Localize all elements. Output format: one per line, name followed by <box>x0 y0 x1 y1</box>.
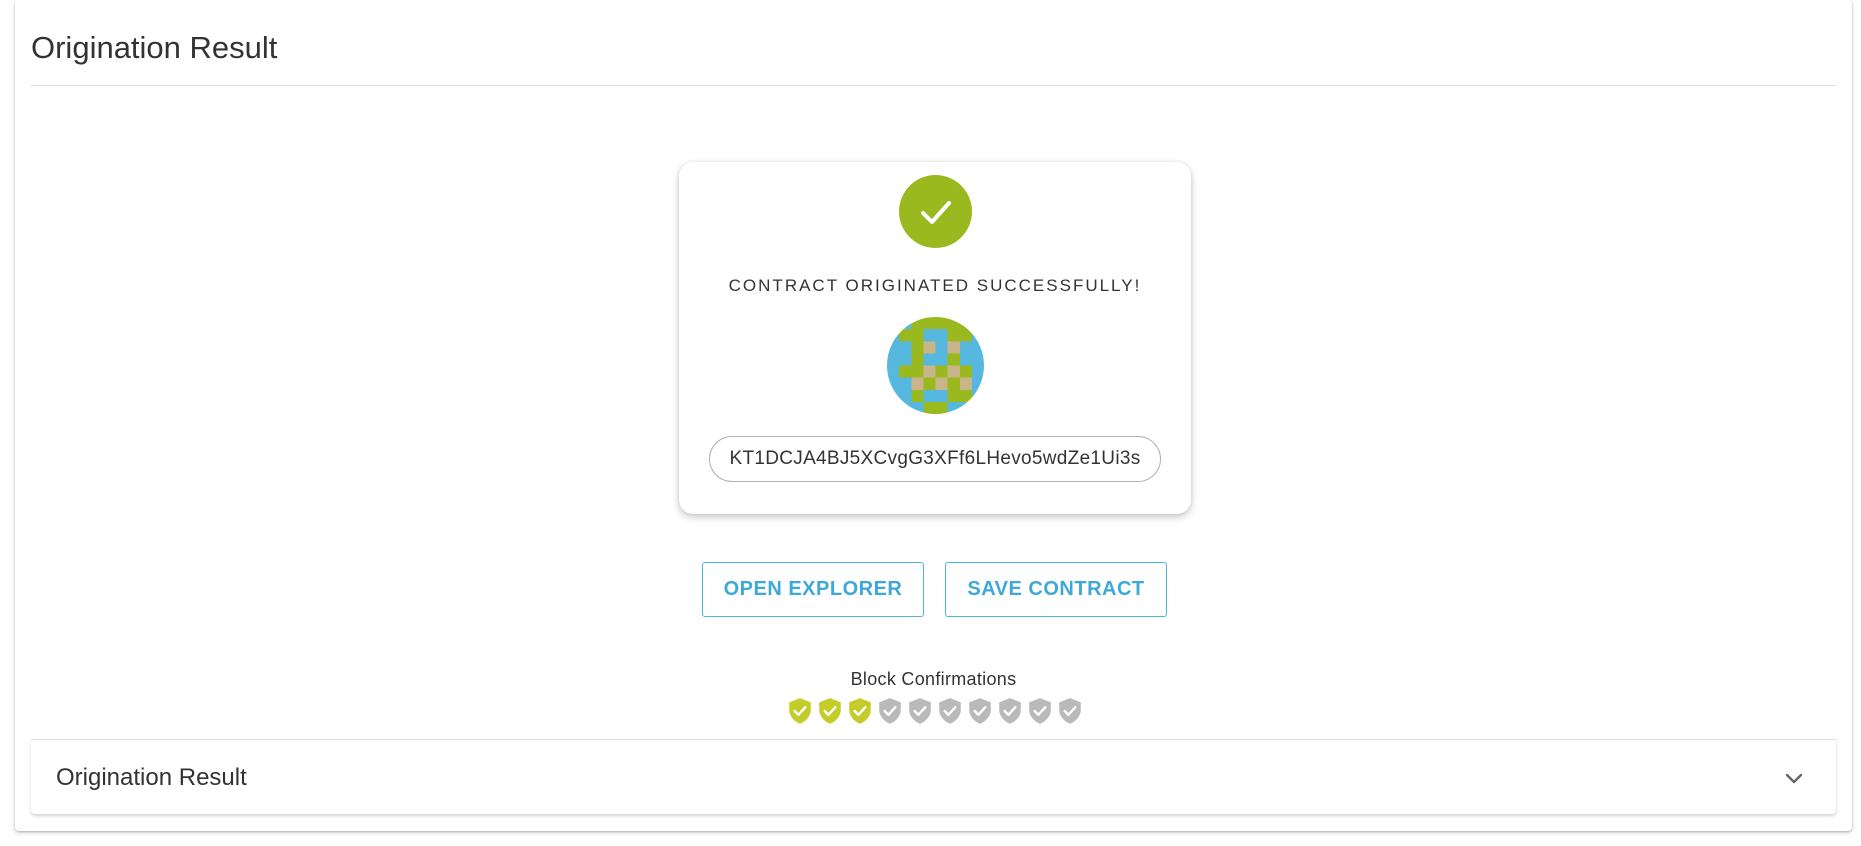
block-confirmations-indicator <box>787 697 1083 727</box>
shield-check-icon-pending <box>1059 698 1081 724</box>
shield-check-icon-pending <box>999 698 1021 724</box>
chevron-down-icon[interactable] <box>1782 766 1806 790</box>
identicon-avatar <box>887 317 984 414</box>
contract-address[interactable]: KT1DCJA4BJ5XCvgG3XFf6LHevo5wdZe1Ui3s <box>709 436 1161 482</box>
shield-check-icon-pending <box>969 698 991 724</box>
origination-result-panel: Origination Result CONTRACT ORIGINATED S… <box>15 0 1852 831</box>
accordion-title: Origination Result <box>56 764 247 791</box>
shield-check-icon-pending <box>939 698 961 724</box>
success-message: CONTRACT ORIGINATED SUCCESSFULLY! <box>728 276 1142 295</box>
page-title: Origination Result <box>31 30 278 65</box>
open-explorer-button[interactable]: OPEN EXPLORER <box>702 562 924 617</box>
shield-check-icon-pending <box>879 698 901 724</box>
origination-result-accordion[interactable]: Origination Result <box>31 739 1836 814</box>
title-divider <box>31 85 1836 86</box>
check-circle-icon <box>899 175 972 248</box>
shield-check-icon-pending <box>1029 698 1051 724</box>
block-confirmations-label: Block Confirmations <box>850 669 1017 689</box>
shield-check-icon-confirmed <box>819 698 841 724</box>
shield-check-icon-pending <box>909 698 931 724</box>
result-card: CONTRACT ORIGINATED SUCCESSFULLY! KT1DCJ… <box>679 162 1191 514</box>
shield-check-icon-confirmed <box>789 698 811 724</box>
save-contract-button[interactable]: SAVE CONTRACT <box>945 562 1167 617</box>
shield-check-icon-confirmed <box>849 698 871 724</box>
